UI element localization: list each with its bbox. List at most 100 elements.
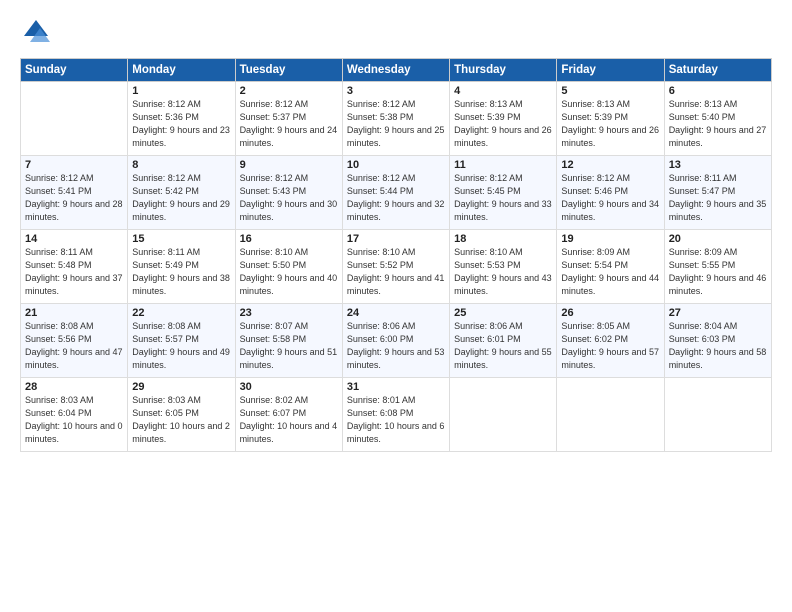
cell-2-3: 17 Sunrise: 8:10 AM Sunset: 5:52 PM Dayligh… xyxy=(342,230,449,304)
sunset-text: Sunset: 5:50 PM xyxy=(240,260,307,270)
sunset-text: Sunset: 5:54 PM xyxy=(561,260,628,270)
day-number: 10 xyxy=(347,159,445,171)
day-number: 7 xyxy=(25,159,123,171)
sunrise-text: Sunrise: 8:10 AM xyxy=(347,247,416,257)
cell-2-2: 16Sunrise: 8:10 AMSunset: 5:50 PMDayligh… xyxy=(235,230,342,304)
sunset-text: Sunset: 5:43 PM xyxy=(240,186,307,196)
day-number: 21 xyxy=(25,307,123,319)
day-info: Sunrise: 8:12 AM Sunset: 5:43 PM Daylight:… xyxy=(240,172,338,224)
sunrise-text: Sunrise: 8:04 AM xyxy=(669,321,738,331)
cell-4-3: 31Sunrise: 8:01 AMSunset: 6:08 PMDayligh… xyxy=(342,378,449,452)
col-header-sunday: Sunday xyxy=(21,59,128,82)
sunrise-text: Sunrise: 8:11 AM xyxy=(25,247,93,257)
sunset-text: Sunset: 6:07 PM xyxy=(240,408,307,418)
daylight-text: Daylight: 9 hours and 30 minutes. xyxy=(240,199,338,222)
cell-3-3: 24Sunrise: 8:06 AMSunset: 6:00 PMDayligh… xyxy=(342,304,449,378)
day-info: Sunrise: 8:13 AMSunset: 5:39 PMDaylight:… xyxy=(561,98,659,150)
day-info: Sunrise: 8:08 AMSunset: 5:56 PMDaylight:… xyxy=(25,320,123,372)
cell-1-5: 12Sunrise: 8:12 AMSunset: 5:46 PMDayligh… xyxy=(557,156,664,230)
day-number: 29 xyxy=(132,381,230,393)
daylight-text: Daylight: 9 hours and 25 minutes. xyxy=(347,125,445,148)
cell-3-6: 27Sunrise: 8:04 AMSunset: 6:03 PMDayligh… xyxy=(664,304,771,378)
sunset-text: Sunset: 5:58 PM xyxy=(240,334,307,344)
day-info: Sunrise: 8:10 AMSunset: 5:53 PMDaylight:… xyxy=(454,246,552,298)
day-info: Sunrise: 8:10 AM Sunset: 5:52 PM Daylight:… xyxy=(347,246,445,298)
cell-0-3: 3 Sunrise: 8:12 AM Sunset: 5:38 PM Daylight… xyxy=(342,82,449,156)
sunset-text: Sunset: 5:49 PM xyxy=(132,260,199,270)
day-number: 3 xyxy=(347,85,445,97)
cell-1-0: 7Sunrise: 8:12 AMSunset: 5:41 PMDaylight… xyxy=(21,156,128,230)
sunset-text: Sunset: 6:02 PM xyxy=(561,334,628,344)
col-header-thursday: Thursday xyxy=(450,59,557,82)
day-info: Sunrise: 8:10 AMSunset: 5:50 PMDaylight:… xyxy=(240,246,338,298)
col-header-monday: Monday xyxy=(128,59,235,82)
day-info: Sunrise: 8:11 AMSunset: 5:48 PMDaylight:… xyxy=(25,246,123,298)
col-header-friday: Friday xyxy=(557,59,664,82)
week-row-3: 21Sunrise: 8:08 AMSunset: 5:56 PMDayligh… xyxy=(21,304,772,378)
daylight-text: Daylight: 9 hours and 57 minutes. xyxy=(561,347,659,370)
daylight-text: Daylight: 9 hours and 37 minutes. xyxy=(25,273,123,296)
sunset-text: Sunset: 5:39 PM xyxy=(561,112,628,122)
day-number: 24 xyxy=(347,307,445,319)
cell-0-6: 6Sunrise: 8:13 AMSunset: 5:40 PMDaylight… xyxy=(664,82,771,156)
sunset-text: Sunset: 5:42 PM xyxy=(132,186,199,196)
col-header-saturday: Saturday xyxy=(664,59,771,82)
sunrise-text: Sunrise: 8:08 AM xyxy=(25,321,94,331)
daylight-text: Daylight: 9 hours and 27 minutes. xyxy=(669,125,767,148)
day-info: Sunrise: 8:11 AMSunset: 5:49 PMDaylight:… xyxy=(132,246,230,298)
day-number: 31 xyxy=(347,381,445,393)
day-info: Sunrise: 8:03 AMSunset: 6:05 PMDaylight:… xyxy=(132,394,230,446)
day-info: Sunrise: 8:12 AM Sunset: 5:42 PM Daylight:… xyxy=(132,172,230,224)
sunset-text: Sunset: 6:01 PM xyxy=(454,334,521,344)
sunrise-text: Sunrise: 8:10 AM xyxy=(454,247,523,257)
sunrise-text: Sunrise: 8:12 AM xyxy=(132,173,201,183)
cell-2-6: 20Sunrise: 8:09 AMSunset: 5:55 PMDayligh… xyxy=(664,230,771,304)
day-info: Sunrise: 8:01 AMSunset: 6:08 PMDaylight:… xyxy=(347,394,445,446)
sunset-text: Sunset: 6:08 PM xyxy=(347,408,414,418)
sunrise-text: Sunrise: 8:03 AM xyxy=(25,395,94,405)
daylight-text: Daylight: 9 hours and 29 minutes. xyxy=(132,199,230,222)
day-number: 12 xyxy=(561,159,659,171)
daylight-text: Daylight: 9 hours and 47 minutes. xyxy=(25,347,123,370)
cell-2-0: 14Sunrise: 8:11 AMSunset: 5:48 PMDayligh… xyxy=(21,230,128,304)
daylight-text: Daylight: 9 hours and 53 minutes. xyxy=(347,347,445,370)
daylight-text: Daylight: 9 hours and 51 minutes. xyxy=(240,347,338,370)
cell-3-1: 22Sunrise: 8:08 AMSunset: 5:57 PMDayligh… xyxy=(128,304,235,378)
sunset-text: Sunset: 5:52 PM xyxy=(347,260,414,270)
day-info: Sunrise: 8:09 AMSunset: 5:55 PMDaylight:… xyxy=(669,246,767,298)
daylight-text: Daylight: 10 hours and 2 minutes. xyxy=(132,421,230,444)
daylight-text: Daylight: 9 hours and 58 minutes. xyxy=(669,347,767,370)
day-number: 19 xyxy=(561,233,659,245)
daylight-text: Daylight: 9 hours and 34 minutes. xyxy=(561,199,659,222)
sunrise-text: Sunrise: 8:13 AM xyxy=(454,99,523,109)
calendar-table: SundayMondayTuesdayWednesdayThursdayFrid… xyxy=(20,58,772,452)
day-info: Sunrise: 8:12 AMSunset: 5:36 PMDaylight:… xyxy=(132,98,230,150)
col-header-wednesday: Wednesday xyxy=(342,59,449,82)
day-info: Sunrise: 8:08 AMSunset: 5:57 PMDaylight:… xyxy=(132,320,230,372)
sunrise-text: Sunrise: 8:02 AM xyxy=(240,395,309,405)
cell-3-5: 26Sunrise: 8:05 AMSunset: 6:02 PMDayligh… xyxy=(557,304,664,378)
day-info: Sunrise: 8:09 AMSunset: 5:54 PMDaylight:… xyxy=(561,246,659,298)
day-info: Sunrise: 8:12 AMSunset: 5:46 PMDaylight:… xyxy=(561,172,659,224)
sunrise-text: Sunrise: 8:12 AM xyxy=(240,173,309,183)
daylight-text: Daylight: 9 hours and 38 minutes. xyxy=(132,273,230,296)
sunrise-text: Sunrise: 8:06 AM xyxy=(347,321,416,331)
sunrise-text: Sunrise: 8:12 AM xyxy=(347,173,416,183)
day-number: 17 xyxy=(347,233,445,245)
day-number: 18 xyxy=(454,233,552,245)
sunrise-text: Sunrise: 8:03 AM xyxy=(132,395,201,405)
daylight-text: Daylight: 9 hours and 24 minutes. xyxy=(240,125,338,148)
sunrise-text: Sunrise: 8:12 AM xyxy=(347,99,416,109)
sunset-text: Sunset: 5:38 PM xyxy=(347,112,414,122)
cell-3-4: 25Sunrise: 8:06 AMSunset: 6:01 PMDayligh… xyxy=(450,304,557,378)
sunset-text: Sunset: 6:04 PM xyxy=(25,408,92,418)
sunset-text: Sunset: 5:55 PM xyxy=(669,260,736,270)
sunset-text: Sunset: 5:44 PM xyxy=(347,186,414,196)
sunrise-text: Sunrise: 8:12 AM xyxy=(561,173,630,183)
week-row-4: 28Sunrise: 8:03 AMSunset: 6:04 PMDayligh… xyxy=(21,378,772,452)
sunset-text: Sunset: 5:57 PM xyxy=(132,334,199,344)
cell-3-0: 21Sunrise: 8:08 AMSunset: 5:56 PMDayligh… xyxy=(21,304,128,378)
daylight-text: Daylight: 9 hours and 41 minutes. xyxy=(347,273,445,296)
col-header-tuesday: Tuesday xyxy=(235,59,342,82)
sunrise-text: Sunrise: 8:09 AM xyxy=(561,247,630,257)
